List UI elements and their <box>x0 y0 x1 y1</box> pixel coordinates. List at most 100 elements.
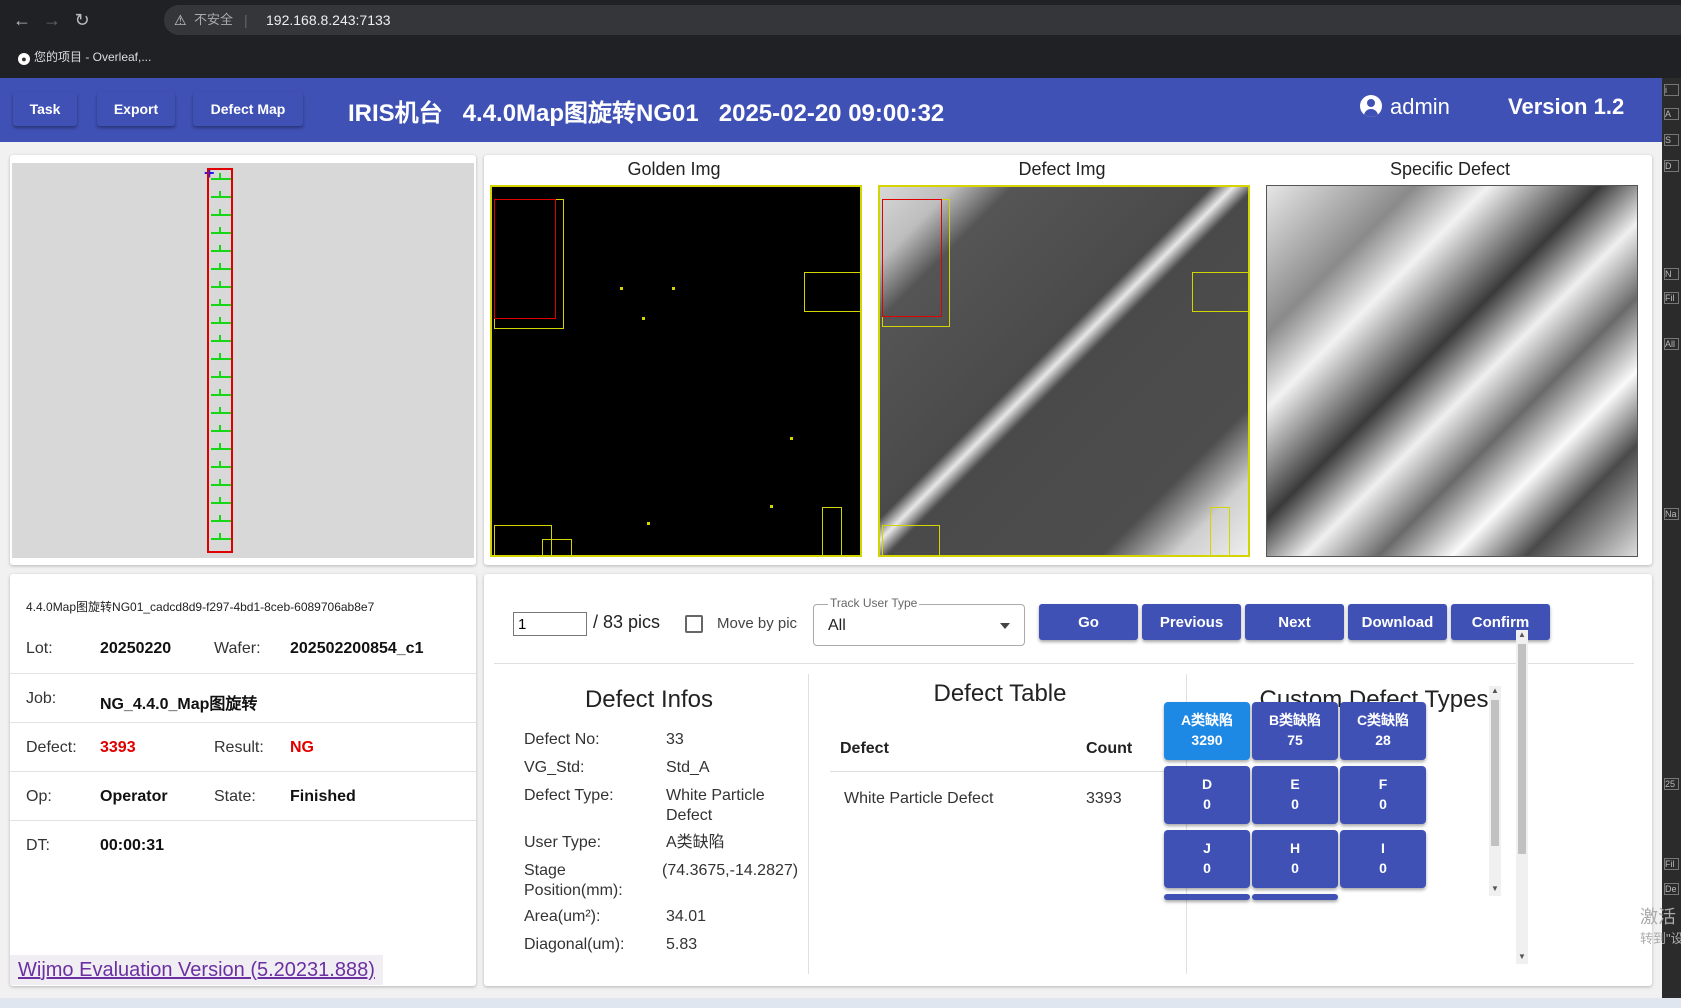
op-label: Op: <box>26 788 52 805</box>
custom-type-count: 0 <box>1203 860 1211 876</box>
wijmo-evaluation-link[interactable]: Wijmo Evaluation Version (5.20231.888) <box>10 955 383 985</box>
defect-dot <box>672 287 675 290</box>
custom-type-partial[interactable] <box>1252 894 1338 900</box>
wafer-map[interactable]: + <box>12 163 474 558</box>
die-marker <box>211 407 231 414</box>
specific-defect-image[interactable] <box>1266 185 1638 557</box>
scroll-down-icon[interactable]: ▼ <box>1516 952 1528 961</box>
address-text[interactable]: 192.168.8.243:7133 <box>266 5 391 35</box>
confirm-button[interactable]: Confirm <box>1451 604 1550 640</box>
golden-image[interactable] <box>490 185 862 557</box>
scroll-thumb[interactable] <box>1491 700 1499 846</box>
custom-type-count: 3290 <box>1191 732 1223 748</box>
defect-type-value: White Particle Defect <box>666 787 765 824</box>
custom-type-partial[interactable] <box>1164 894 1250 900</box>
die-marker <box>211 245 231 252</box>
lot-value: 20250220 <box>100 640 172 657</box>
custom-type-count: 28 <box>1375 732 1391 748</box>
version-label: Version 1.2 <box>1508 94 1625 119</box>
page-number-input[interactable] <box>513 612 587 636</box>
previous-button[interactable]: Previous <box>1142 604 1241 640</box>
user-type-value: A类缺陷 <box>666 834 725 851</box>
custom-type-i[interactable]: I0 <box>1340 830 1426 888</box>
die-marker <box>211 443 231 450</box>
outline-box <box>1192 272 1248 312</box>
forward-icon[interactable]: → <box>40 10 64 31</box>
custom-type-a[interactable]: A类缺陷 3290 <box>1164 702 1250 760</box>
panel-scrollbar[interactable]: ▲ ▼ <box>1516 630 1528 964</box>
golden-img-title: Golden Img <box>627 159 721 179</box>
die-marker <box>211 389 231 396</box>
die-marker <box>211 227 231 234</box>
state-label: State: <box>214 788 256 805</box>
insecure-label: 不安全 <box>194 12 234 27</box>
user-type-label: User Type: <box>524 834 602 851</box>
next-button[interactable]: Next <box>1245 604 1344 640</box>
diagonal-label: Diagonal(um): <box>524 936 625 953</box>
custom-type-name: D <box>1201 776 1213 792</box>
custom-type-count: 0 <box>1203 796 1211 812</box>
custom-type-count: 0 <box>1291 860 1299 876</box>
export-button[interactable]: Export <box>97 92 175 126</box>
scroll-up-icon[interactable]: ▲ <box>1489 686 1501 695</box>
defect-no-value: 33 <box>666 731 684 748</box>
defect-map-button[interactable]: Defect Map <box>193 92 303 126</box>
defect-no-label: Defect No: <box>524 731 600 748</box>
scroll-thumb[interactable] <box>1518 644 1526 854</box>
die-marker <box>211 209 231 216</box>
dt-value: 00:00:31 <box>100 837 165 854</box>
custom-type-name: F <box>1378 776 1388 792</box>
custom-type-e[interactable]: E0 <box>1252 766 1338 824</box>
devtools-mark: D <box>1664 160 1679 172</box>
row-count: 3393 <box>1086 790 1122 807</box>
go-button[interactable]: Go <box>1039 604 1138 640</box>
address-bar[interactable]: ⚠ 不安全 | 192.168.8.243:7133 <box>164 5 1681 35</box>
custom-type-count: 0 <box>1291 796 1299 812</box>
custom-type-c[interactable]: C类缺陷 28 <box>1340 702 1426 760</box>
browser-chrome: ← → ↻ ⚠ 不安全 | 192.168.8.243:7133 ● 您的项目 -… <box>0 0 1681 78</box>
defect-dot <box>642 317 645 320</box>
wafer-value: 202502200854_c1 <box>290 640 424 657</box>
custom-type-h[interactable]: H0 <box>1252 830 1338 888</box>
custom-type-name: H <box>1289 840 1301 856</box>
task-button[interactable]: Task <box>13 92 77 126</box>
taskbar <box>0 998 1681 1008</box>
custom-types-scrollbar[interactable]: ▲ ▼ <box>1489 686 1501 896</box>
die-strip[interactable] <box>207 168 233 553</box>
bookmark-label: 您的项目 - Overleaf,... <box>34 50 152 64</box>
diagonal-value: 5.83 <box>666 936 698 953</box>
track-user-type-select[interactable]: Track User Type All <box>813 596 1025 646</box>
custom-type-name: B类缺陷 <box>1268 712 1322 728</box>
area-value: 34.01 <box>666 908 707 925</box>
reload-icon[interactable]: ↻ <box>70 10 94 31</box>
defect-detail-panel: / 83 pics Move by pic Track User Type Al… <box>484 574 1652 986</box>
defect-image[interactable] <box>878 185 1250 557</box>
info-row-defect: Defect: 3393 Result: NG <box>10 722 476 771</box>
custom-type-name: E <box>1290 776 1300 792</box>
move-by-pic-checkbox[interactable] <box>685 615 703 633</box>
activation-watermark: 激活 W <box>1640 907 1681 927</box>
scroll-down-icon[interactable]: ▼ <box>1489 884 1501 893</box>
custom-type-d[interactable]: D0 <box>1164 766 1250 824</box>
defect-dot <box>620 287 623 290</box>
vg-std-value: Std_A <box>666 759 710 776</box>
scroll-up-icon[interactable]: ▲ <box>1516 630 1528 639</box>
custom-type-name: C类缺陷 <box>1356 712 1410 728</box>
custom-type-f[interactable]: F0 <box>1340 766 1426 824</box>
custom-type-j[interactable]: J0 <box>1164 830 1250 888</box>
file-name: 4.4.0Map图旋转NG01_cadcd8d9-f297-4bd1-8ceb-… <box>26 600 375 614</box>
stage-position-value: (74.3675,-14.2827) <box>662 862 799 879</box>
custom-type-b[interactable]: B类缺陷 75 <box>1252 702 1338 760</box>
table-row[interactable]: White Particle Defect 3393 <box>830 774 1170 822</box>
defect-label: Defect: <box>26 739 77 756</box>
wafer-info-panel: 4.4.0Map图旋转NG01_cadcd8d9-f297-4bd1-8ceb-… <box>10 574 476 986</box>
download-button[interactable]: Download <box>1348 604 1447 640</box>
dt-label: DT: <box>26 837 50 854</box>
area-label: Area(um²): <box>524 908 601 925</box>
outline-box <box>804 272 860 312</box>
custom-type-name: A类缺陷 <box>1180 712 1234 728</box>
devtools-mark: A <box>1664 108 1679 120</box>
user-menu[interactable]: admin <box>1360 94 1450 120</box>
bookmark-overleaf[interactable]: ● 您的项目 - Overleaf,... <box>18 48 151 65</box>
back-icon[interactable]: ← <box>10 10 34 31</box>
